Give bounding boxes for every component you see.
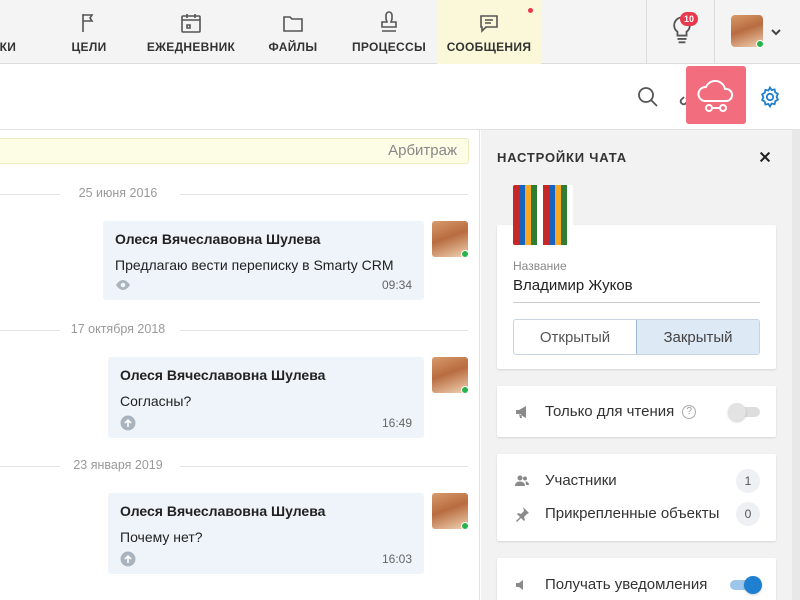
message-author: Олеся Вячеславовна Шулева <box>115 231 321 247</box>
access-option-closed[interactable]: Закрытый <box>636 320 759 354</box>
online-status-dot <box>461 250 469 258</box>
participants-label: Участники <box>545 472 617 489</box>
nav-item-tasks[interactable]: ТКИ <box>0 0 32 64</box>
pin-icon <box>513 505 531 523</box>
help-icon[interactable]: ? <box>682 404 697 419</box>
chat-icon <box>476 10 502 36</box>
message-text: Согласны? <box>120 393 192 409</box>
chat-avatar-image[interactable] <box>513 185 573 245</box>
calendar-icon <box>178 10 204 36</box>
chevron-down-icon[interactable] <box>770 25 782 37</box>
eye-icon <box>115 277 131 293</box>
stamp-icon <box>376 10 402 36</box>
read-only-card: Только для чтения ? <box>497 386 776 437</box>
attached-count: 0 <box>736 501 760 526</box>
date-separator: 23 января 2019 <box>0 456 468 476</box>
close-icon[interactable] <box>758 150 774 166</box>
date-separator: 25 июня 2016 <box>0 184 468 204</box>
message-time: 09:34 <box>381 278 412 292</box>
attached-row[interactable]: Прикрепленные объекты 0 <box>497 497 776 530</box>
nav-item-label: СООБЩЕНИЯ <box>446 40 532 54</box>
scrollbar[interactable] <box>792 130 800 600</box>
sound-icon <box>513 576 531 594</box>
nav-item-label: ТКИ <box>0 40 17 54</box>
participants-row[interactable]: Участники 1 <box>497 464 776 497</box>
notification-badge: 10 <box>680 12 699 26</box>
megaphone-icon <box>513 403 531 421</box>
panel-title: НАСТРОЙКИ ЧАТА <box>497 150 627 165</box>
notifications-card: Получать уведомления <box>497 558 776 600</box>
nav-item-processes[interactable]: ПРОЦЕССЫ <box>344 0 434 64</box>
online-status-dot <box>756 40 764 48</box>
gear-icon[interactable] <box>758 85 784 111</box>
message-time: 16:03 <box>381 552 412 566</box>
date-label: 25 июня 2016 <box>78 186 158 200</box>
nav-item-label: ЕЖЕДНЕВНИК <box>146 40 236 54</box>
read-only-row: Только для чтения ? <box>497 395 776 428</box>
nav-item-label: ФАЙЛЫ <box>268 40 318 54</box>
online-status-dot <box>461 522 469 530</box>
date-separator: 17 октября 2018 <box>0 320 468 340</box>
access-toggle[interactable]: Открытый Закрытый <box>513 319 760 355</box>
users-icon <box>513 472 531 490</box>
chat-history: Арбитраж 25 июня 2016 Олеся Вячеславовна… <box>0 130 480 600</box>
nav-item-goals[interactable]: ЦЕЛИ <box>64 0 114 64</box>
notify-label: Получать уведомления <box>545 576 708 593</box>
online-status-dot <box>461 386 469 394</box>
sent-arrow-icon <box>120 415 136 431</box>
date-label: 17 октября 2018 <box>70 322 166 336</box>
notify-toggle[interactable] <box>730 575 762 594</box>
nav-item-label: ЦЕЛИ <box>71 40 107 54</box>
unread-dot <box>528 8 533 13</box>
nav-item-calendar[interactable]: ЕЖЕДНЕВНИК <box>140 0 242 64</box>
sent-arrow-icon <box>120 551 136 567</box>
access-option-open[interactable]: Открытый <box>514 320 636 354</box>
attached-label: Прикрепленные объекты <box>545 505 720 522</box>
folder-icon <box>280 10 306 36</box>
message-text: Почему нет? <box>120 529 203 545</box>
message-bubble[interactable]: Олеся Вячеславовна Шулева Почему нет? 16… <box>108 493 424 574</box>
deal-label[interactable]: Арбитраж <box>0 138 469 164</box>
message-text: Предлагаю вести переписку в Smarty CRM <box>115 257 394 273</box>
message-author: Олеся Вячеславовна Шулева <box>120 503 326 519</box>
message-bubble[interactable]: Олеся Вячеславовна Шулева Предлагаю вест… <box>103 221 424 300</box>
participants-count: 1 <box>736 468 760 493</box>
divider <box>646 0 647 64</box>
chat-settings-panel: НАСТРОЙКИ ЧАТА Название Владимир Жуков О… <box>481 130 792 600</box>
nav-item-messages[interactable]: СООБЩЕНИЯ <box>437 0 541 64</box>
flag-icon <box>76 10 102 36</box>
chat-toolbar <box>0 64 800 130</box>
read-only-toggle[interactable] <box>728 402 760 421</box>
name-label: Название <box>513 259 567 273</box>
divider <box>714 0 715 64</box>
search-icon[interactable] <box>636 85 662 111</box>
nav-item-label: ПРОЦЕССЫ <box>351 40 427 54</box>
members-card: Участники 1 Прикрепленные объекты 0 <box>497 454 776 541</box>
nav-item-files[interactable]: ФАЙЛЫ <box>258 0 328 64</box>
notify-row: Получать уведомления <box>497 568 776 600</box>
top-navigation: ТКИ ЦЕЛИ ЕЖЕДНЕВНИК ФАЙЛЫ ПРОЦЕССЫ СООБЩ… <box>0 0 800 64</box>
read-only-label: Только для чтения <box>545 403 675 420</box>
message-author: Олеся Вячеславовна Шулева <box>120 367 326 383</box>
cloud-icon[interactable] <box>686 66 746 124</box>
message-time: 16:49 <box>381 416 412 430</box>
message-bubble[interactable]: Олеся Вячеславовна Шулева Согласны? 16:4… <box>108 357 424 438</box>
name-field[interactable]: Владимир Жуков <box>513 277 760 294</box>
date-label: 23 января 2019 <box>73 458 163 472</box>
chat-info-card: Название Владимир Жуков Открытый Закрыты… <box>497 225 776 369</box>
